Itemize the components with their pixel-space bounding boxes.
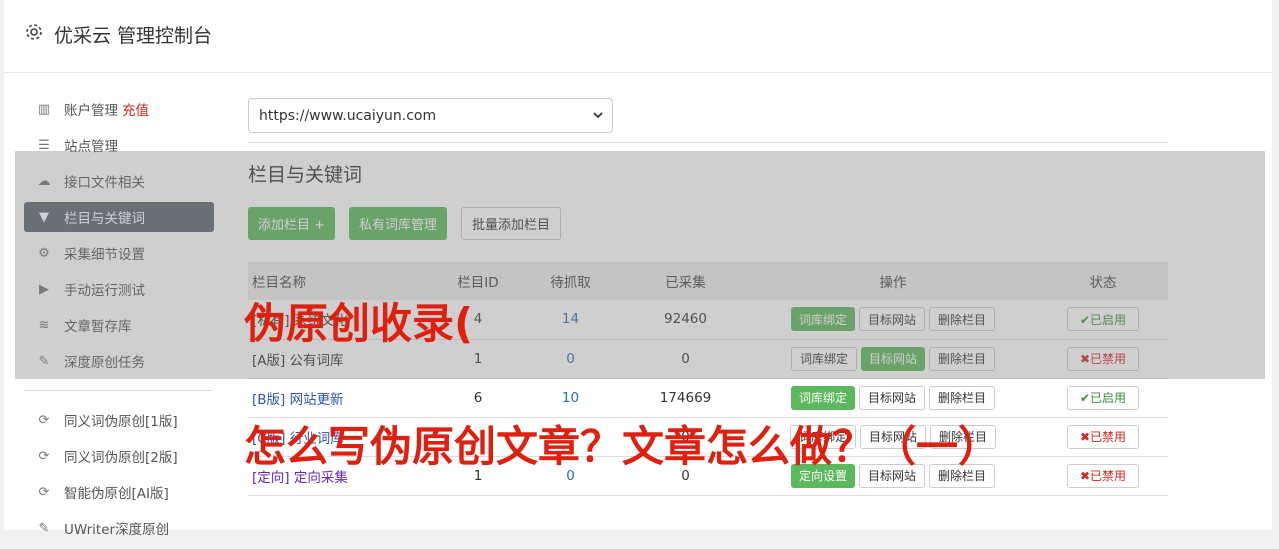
sidebar-item-label: UWriter深度原创 [64, 522, 170, 538]
sidebar-item-ai-rewrite[interactable]: ⟳ 智能伪原创[AI版] [24, 477, 214, 507]
target-site-button[interactable]: 目标网站 [858, 385, 925, 410]
site-select[interactable]: https://www.ucaiyun.com [248, 98, 613, 133]
refresh-icon: ⟳ [38, 448, 50, 464]
sidebar-item-label: 同义词伪原创[1版] [64, 414, 178, 430]
column-id: 6 [473, 389, 483, 406]
recharge-link[interactable]: 充值 [122, 99, 149, 119]
column-name[interactable]: [B版] 网站更新 [248, 378, 438, 417]
app-title: 优采云 管理控制台 [54, 25, 213, 47]
pending-count: 10 [561, 389, 580, 406]
sidebar-item-synonym-v1[interactable]: ⟳ 同义词伪原创[1版] [24, 405, 214, 435]
refresh-icon: ⟳ [38, 484, 50, 500]
watermark-text-1: 伪原创收录( [244, 299, 474, 348]
sidebar-divider [24, 390, 212, 391]
delete-column-button[interactable]: 删除栏目 [929, 385, 996, 410]
status-toggle[interactable]: ✖已禁用 [1067, 424, 1139, 449]
gear-icon [26, 24, 42, 40]
status-toggle[interactable]: ✔已启用 [1067, 385, 1139, 410]
chevron-down-icon [593, 112, 603, 119]
sidebar-item-label: 账户管理 [64, 103, 118, 119]
status-toggle[interactable]: ✖已禁用 [1067, 463, 1139, 488]
sidebar-item-uwriter[interactable]: ✎ UWriter深度原创 [24, 513, 214, 543]
sidebar-item-account[interactable]: ▥ 账户管理 充值 [24, 94, 214, 124]
bar-chart-icon: ▥ [37, 101, 51, 117]
sidebar-item-synonym-v2[interactable]: ⟳ 同义词伪原创[2版] [24, 441, 214, 471]
site-select-value: https://www.ucaiyun.com [259, 107, 437, 124]
table-row: [B版] 网站更新 6 10 174669 词库绑定 目标网站 删除栏目 ✔已启… [248, 378, 1168, 417]
collected-count: 174669 [659, 389, 712, 406]
refresh-icon: ⟳ [38, 412, 50, 428]
header: 优采云 管理控制台 [4, 0, 1272, 73]
lexicon-bind-button[interactable]: 词库绑定 [790, 385, 855, 410]
edit-icon: ✎ [38, 520, 50, 536]
watermark-text-2: 怎么写伪原创文章？文章怎么做？（一） [244, 422, 1001, 471]
divider [248, 142, 1168, 143]
sidebar-item-label: 智能伪原创[AI版] [64, 486, 169, 502]
gray-overlay [15, 151, 1265, 379]
sidebar-item-label: 同义词伪原创[2版] [64, 450, 178, 466]
